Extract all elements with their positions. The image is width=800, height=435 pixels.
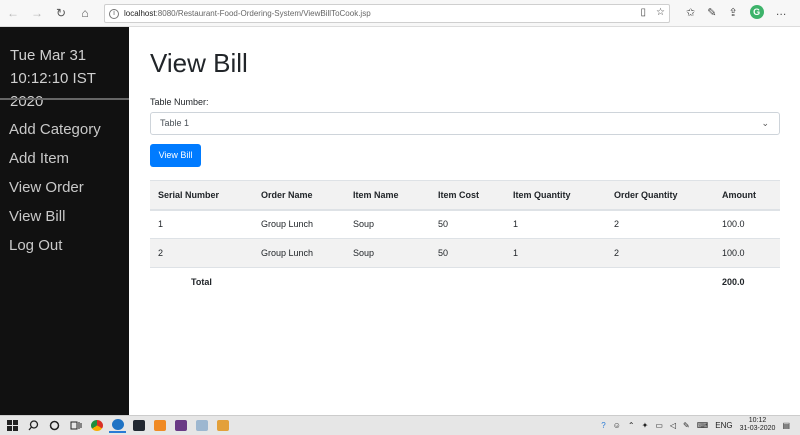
cell-empty — [606, 267, 714, 297]
col-serial-number: Serial Number — [150, 180, 253, 211]
table-number-label: Table Number: — [150, 97, 209, 107]
cell-item-name: Soup — [345, 238, 430, 268]
notifications-icon[interactable]: ▤ — [782, 421, 790, 430]
app-icon-yellow[interactable] — [214, 419, 231, 433]
cell-amount: 100.0 — [714, 238, 780, 268]
home-button[interactable]: ⌂ — [74, 2, 96, 24]
col-item-name: Item Name — [345, 180, 430, 211]
info-icon: i — [109, 8, 119, 19]
total-row: Total 200.0 — [150, 267, 780, 297]
sidebar-item-view-bill[interactable]: View Bill — [9, 202, 101, 231]
profile-icon[interactable]: G — [749, 5, 764, 19]
col-amount: Amount — [714, 180, 780, 211]
cell-item-cost: 50 — [430, 209, 505, 239]
col-order-quantity: Order Quantity — [606, 180, 714, 211]
taskbar: ? ☺ ⌃ ✦ ▭ ◁ ✎ ⌨ ENG 10:12 31-03-2020 ▤ — [0, 415, 800, 435]
task-view-icon[interactable] — [67, 419, 84, 433]
cell-order-name: Group Lunch — [253, 209, 345, 239]
table-row: 2 Group Lunch Soup 50 1 2 100.0 — [150, 238, 780, 268]
cell-amount: 100.0 — [714, 209, 780, 239]
bill-table: Serial Number Order Name Item Name Item … — [150, 180, 780, 297]
cell-empty — [430, 267, 505, 297]
pen-workspace-icon[interactable]: ✎ — [683, 421, 690, 430]
pen-icon[interactable]: ✎ — [707, 6, 716, 19]
clock-date: Tue Mar 31 — [10, 47, 87, 64]
favorites-icon[interactable]: ✩ — [686, 6, 695, 19]
windows-start-icon[interactable] — [4, 419, 21, 433]
cell-item-quantity: 1 — [505, 238, 606, 268]
cell-empty — [345, 267, 430, 297]
volume-icon[interactable]: ◁ — [670, 421, 676, 430]
system-tray: ? ☺ ⌃ ✦ ▭ ◁ ✎ ⌨ ENG 10:12 31-03-2020 ▤ — [601, 417, 790, 433]
chrome-app-icon[interactable] — [88, 419, 105, 433]
app-icon-orange[interactable] — [151, 419, 168, 433]
sidebar-item-add-item[interactable]: Add Item — [9, 144, 101, 173]
cell-serial: 2 — [150, 238, 253, 268]
cell-serial: 1 — [150, 209, 253, 239]
table-number-select[interactable]: Table 1 ⌄ — [150, 112, 780, 135]
col-item-quantity: Item Quantity — [505, 180, 606, 211]
people-icon[interactable]: ☺ — [613, 421, 621, 430]
sidebar-item-log-out[interactable]: Log Out — [9, 231, 101, 260]
url-path: :8080/Restaurant-Food-Ordering-System/Vi… — [155, 9, 371, 18]
sidebar: Tue Mar 31 10:12:10 IST 2020 Add Categor… — [0, 27, 129, 415]
clock[interactable]: 10:12 31-03-2020 — [740, 417, 776, 433]
table-row: 1 Group Lunch Soup 50 1 2 100.0 — [150, 209, 780, 239]
cell-item-quantity: 1 — [505, 209, 606, 239]
url-host: localhost — [124, 9, 156, 18]
reading-view-icon[interactable]: ▯ — [641, 7, 647, 18]
notepad-app-icon[interactable] — [193, 419, 210, 433]
cell-empty — [505, 267, 606, 297]
forward-button[interactable]: → — [26, 2, 48, 24]
cell-order-name: Group Lunch — [253, 238, 345, 268]
sidebar-menu: Add Category Add Item View Order View Bi… — [9, 115, 101, 260]
table-header-row: Serial Number Order Name Item Name Item … — [150, 180, 780, 211]
sidebar-divider — [0, 98, 129, 100]
app-icon-purple[interactable] — [172, 419, 189, 433]
edge-app-icon[interactable] — [109, 419, 126, 433]
refresh-button[interactable]: ↻ — [50, 2, 72, 24]
total-amount: 200.0 — [714, 267, 780, 297]
search-icon[interactable] — [25, 419, 42, 433]
cortana-icon[interactable] — [46, 419, 63, 433]
favorite-star-icon[interactable]: ☆ — [656, 7, 665, 18]
browser-toolbar: ← → ↻ ⌂ i localhost:8080/Restaurant-Food… — [0, 0, 800, 27]
chevron-down-icon: ⌄ — [761, 118, 769, 128]
chevron-up-icon[interactable]: ⌃ — [628, 421, 635, 430]
language-indicator[interactable]: ENG — [715, 421, 732, 430]
view-bill-button[interactable]: View Bill — [150, 144, 201, 167]
clock-time: 10:12:10 IST 2020 — [10, 70, 96, 110]
more-icon[interactable]: … — [776, 6, 787, 18]
dropbox-icon[interactable]: ✦ — [642, 421, 649, 430]
clock-date: 31-03-2020 — [739, 425, 776, 432]
cell-item-cost: 50 — [430, 238, 505, 268]
share-icon[interactable]: ⇪ — [728, 6, 737, 19]
sidebar-item-add-category[interactable]: Add Category — [9, 115, 101, 144]
clock-time: 10:12 — [748, 417, 767, 424]
cell-order-quantity: 2 — [606, 238, 714, 268]
help-icon[interactable]: ? — [601, 421, 605, 430]
cell-order-quantity: 2 — [606, 209, 714, 239]
back-button[interactable]: ← — [2, 2, 24, 24]
network-icon[interactable]: ▭ — [655, 421, 663, 430]
sidebar-clock: Tue Mar 31 10:12:10 IST 2020 — [0, 27, 129, 113]
cmd-app-icon[interactable] — [130, 419, 147, 433]
page-title: View Bill — [150, 48, 248, 78]
total-label: Total — [191, 267, 283, 297]
col-item-cost: Item Cost — [430, 180, 505, 211]
address-bar[interactable]: i localhost:8080/Restaurant-Food-Orderin… — [104, 4, 670, 23]
select-value: Table 1 — [160, 118, 190, 128]
keyboard-icon[interactable]: ⌨ — [697, 421, 709, 430]
sidebar-item-view-order[interactable]: View Order — [9, 173, 101, 202]
cell-item-name: Soup — [345, 209, 430, 239]
col-order-name: Order Name — [253, 180, 345, 211]
